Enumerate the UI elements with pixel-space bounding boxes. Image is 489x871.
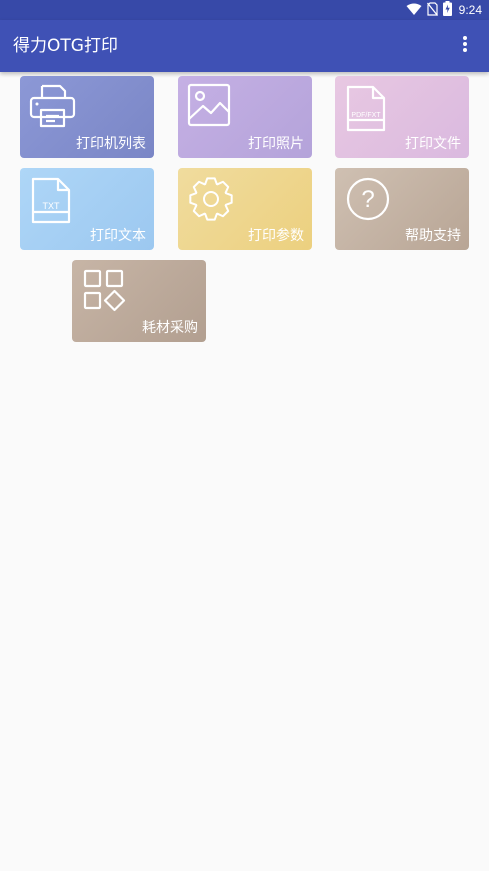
print-file-tile[interactable]: PDF/FXT 打印文件 (335, 76, 469, 158)
print-settings-tile[interactable]: 打印参数 (178, 168, 312, 250)
more-vert-icon (462, 35, 468, 57)
apps-icon (80, 266, 130, 316)
no-sim-icon (426, 1, 438, 20)
pdf-icon-text: PDF/FXT (351, 112, 381, 119)
print-text-tile[interactable]: TXT 打印文本 (20, 168, 154, 250)
tile-label: 打印文本 (90, 228, 146, 244)
wifi-icon (406, 1, 422, 20)
battery-charging-icon (442, 0, 452, 20)
clock: 9:24 (458, 3, 482, 17)
tile-label: 打印参数 (248, 228, 304, 244)
help-icon-glyph: ? (361, 186, 374, 213)
supplies-purchase-tile[interactable]: 耗材采购 (72, 260, 206, 342)
tile-label: 耗材采购 (142, 320, 198, 336)
tile-label: 打印照片 (248, 136, 304, 152)
status-bar: 9:24 (0, 0, 489, 20)
gear-teeth (189, 177, 233, 221)
printer-list-tile[interactable]: 打印机列表 (20, 76, 154, 158)
printer-icon (28, 82, 78, 132)
status-icons: 9:24 (406, 0, 482, 20)
gear-icon (186, 174, 236, 224)
overflow-menu-button[interactable] (453, 34, 477, 58)
tile-label: 打印机列表 (76, 136, 146, 152)
image-icon (186, 82, 236, 132)
help-support-tile[interactable]: ? 帮助支持 (335, 168, 469, 250)
tile-label: 帮助支持 (405, 228, 461, 244)
app-bar: 得力OTG打印 (0, 20, 489, 72)
tile-label: 打印文件 (405, 136, 461, 152)
pdf-file-icon: PDF/FXT (343, 82, 393, 132)
print-photo-tile[interactable]: 打印照片 (178, 76, 312, 158)
app-title: 得力OTG打印 (13, 36, 118, 56)
txt-file-icon: TXT (28, 174, 78, 224)
txt-icon-text: TXT (43, 201, 61, 211)
help-icon: ? (343, 174, 393, 224)
